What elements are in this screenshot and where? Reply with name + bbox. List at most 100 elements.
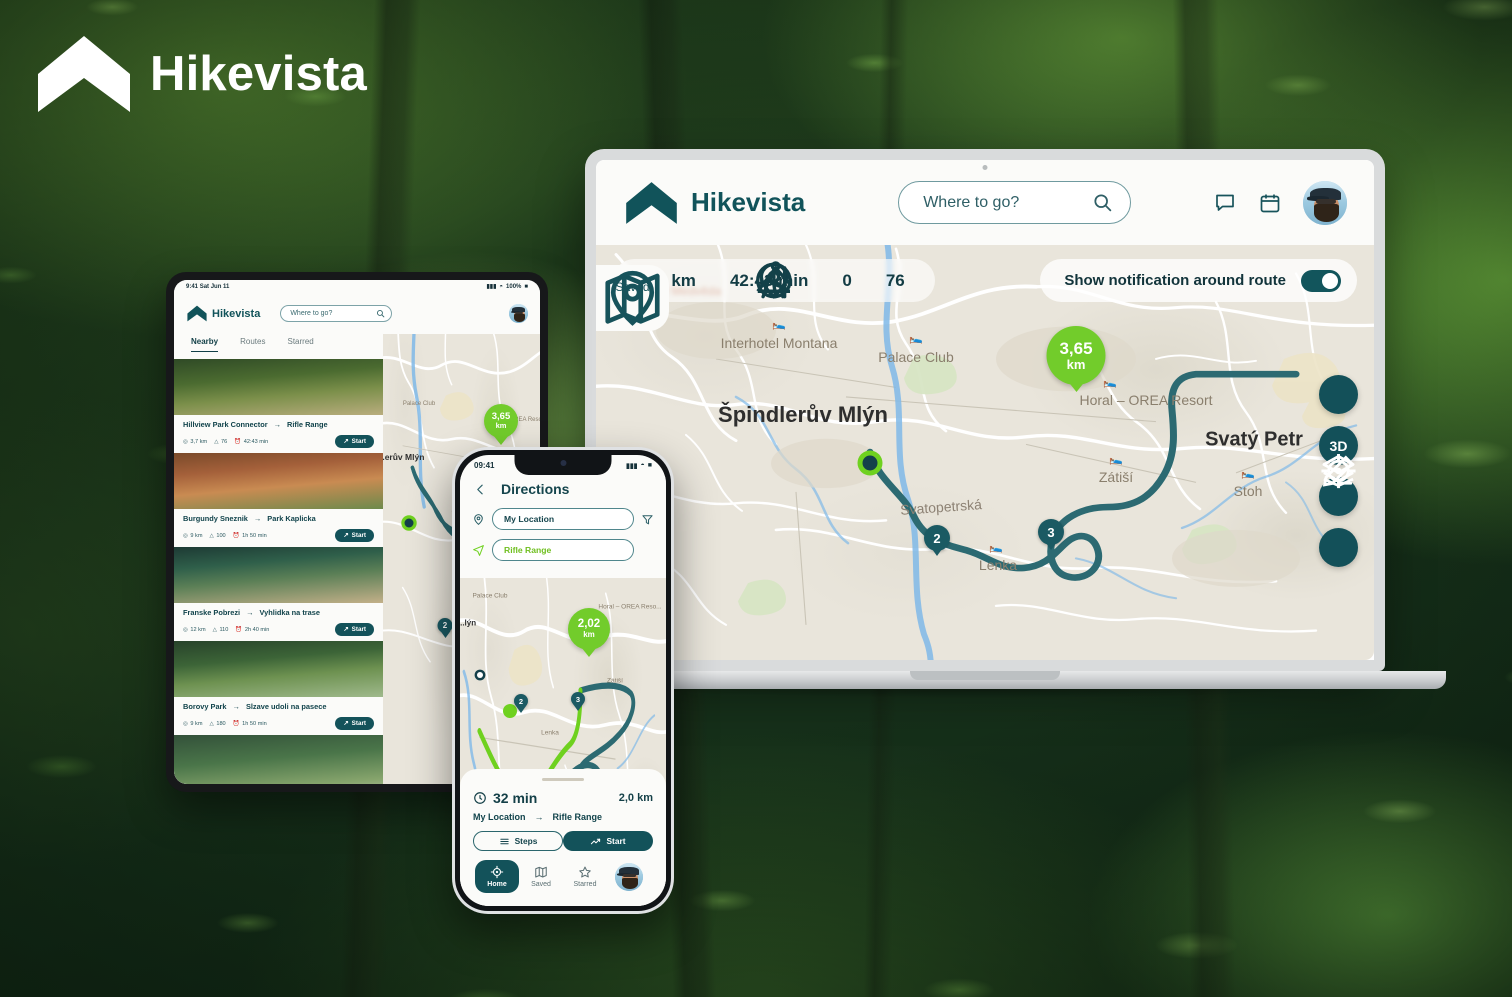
tablet-status-right: ▮▮▮ ◓ 100% ■ (486, 283, 528, 291)
nav-item-home-label: Home (487, 881, 507, 888)
tab-starred[interactable]: Starred (287, 337, 313, 351)
notification-toggle[interactable] (1301, 269, 1341, 292)
tab-nearby[interactable]: Nearby (191, 337, 219, 352)
filter-icon[interactable] (641, 513, 654, 526)
star-icon (579, 866, 591, 878)
distance-pin[interactable]: 3,65 km (1046, 326, 1106, 385)
chevron-mountain-icon (187, 305, 207, 322)
start-button[interactable]: Start (563, 831, 653, 851)
chevron-mountain-icon (38, 36, 130, 112)
clock-icon: ⏰ (232, 532, 240, 539)
laptop-logo[interactable]: Hikevista (625, 181, 805, 225)
chevron-left-icon[interactable] (474, 483, 487, 496)
list-item[interactable]: Borovy Park → Slzave udoli na pasece ◎ 9 … (174, 641, 383, 735)
steps-label: Steps (514, 836, 538, 846)
route-elevation: △ 100 (209, 532, 226, 539)
locate-crosshair-icon (490, 865, 504, 879)
distance-pin-unit: km (495, 421, 507, 431)
origin-row: My Location (460, 497, 666, 530)
nav-item-profile[interactable] (607, 862, 651, 891)
avatar[interactable] (509, 304, 528, 323)
destination-value: Rifle Range (504, 545, 552, 555)
signal-icon: ▮▮▮ (486, 284, 497, 290)
trip-duration: 32 min (473, 790, 537, 806)
phone-bottom-sheet: 32 min 2,0 km My Location → Rifle Range … (460, 769, 666, 906)
list-item[interactable]: Franske Pobrezi → Vyhlidka na trase ◎ 12 … (174, 547, 383, 641)
list-item[interactable]: Hillview Park Connector → Rifle Range ◎ 3… (174, 359, 383, 453)
destination-field[interactable]: Rifle Range (492, 539, 634, 561)
stat-elevation: 76 (756, 266, 905, 293)
tablet-logo-text: Hikevista (212, 307, 261, 320)
route-elevation: △ 180 (209, 720, 226, 727)
route-start-marker[interactable] (862, 455, 878, 471)
phone-frame: Palace Club ...lýn Horal – OREA Reso... … (452, 447, 674, 914)
route-thumbnail (174, 453, 383, 509)
map-controls: 3D (1319, 375, 1358, 567)
route-origin-marker[interactable] (477, 672, 483, 678)
list-icon (499, 838, 509, 844)
waypoint-marker-3[interactable]: 3 (1038, 519, 1064, 545)
brand-lockup: Hikevista (36, 34, 367, 114)
phone-notch (514, 455, 612, 475)
nav-item-starred[interactable]: Starred (563, 860, 607, 893)
tablet-tabs: Nearby Routes Starred (174, 334, 383, 359)
start-button[interactable]: ↗ Start (335, 529, 374, 542)
phone-clock: 09:41 (474, 461, 495, 470)
arrow-right-icon: → (246, 608, 254, 617)
route-start-marker[interactable] (404, 518, 414, 528)
location-pin-icon: ◎ (183, 438, 188, 445)
battery-icon: ■ (524, 283, 528, 290)
route-duration: ⏰ 1h 50 min (232, 720, 267, 727)
waypoint-marker-2[interactable]: 2 (514, 694, 528, 708)
nav-item-home[interactable]: Home (475, 860, 519, 893)
distance-pin-value: 3,65 (1059, 339, 1093, 359)
start-button[interactable]: ↗ Start (335, 435, 374, 448)
avatar[interactable] (1303, 180, 1347, 225)
route-list[interactable]: Hillview Park Connector → Rifle Range ◎ 3… (174, 359, 383, 784)
clock-icon (474, 792, 486, 804)
nav-item-saved[interactable]: Saved (519, 860, 563, 893)
elevation-icon: △ (209, 720, 214, 727)
arrow-right-icon: → (232, 702, 240, 711)
list-item[interactable] (174, 735, 383, 784)
route-current-marker[interactable] (506, 707, 514, 715)
chat-bubble-icon[interactable] (1213, 191, 1237, 215)
location-pin-icon (474, 513, 483, 525)
elevation-icon: △ (214, 438, 219, 445)
distance-pin[interactable]: 3,65 km (484, 404, 518, 438)
arrow-right-icon: → (534, 812, 544, 822)
trip-to: Rifle Range (552, 812, 603, 822)
search-icon (1094, 194, 1112, 212)
sheet-grabber[interactable] (542, 778, 584, 781)
clock-icon: ⏰ (232, 720, 240, 727)
laptop-header-actions (1213, 180, 1347, 225)
search-input[interactable]: Where to go? (280, 305, 393, 322)
phone-camera (560, 460, 566, 466)
start-button[interactable]: ↗ Start (335, 623, 374, 636)
waypoint-marker-2[interactable]: 2 (437, 618, 453, 633)
trend-arrow-icon: ↗ (343, 438, 349, 445)
trip-endpoints: My Location → Rifle Range (473, 812, 653, 822)
tablet-logo[interactable]: Hikevista (187, 305, 260, 322)
route-thumbnail (174, 735, 383, 784)
calendar-icon[interactable] (1258, 191, 1282, 215)
steps-button[interactable]: Steps (473, 831, 563, 851)
start-label: Start (606, 836, 626, 846)
location-pin-icon: ◎ (183, 626, 188, 633)
wifi-icon: ◓ (499, 283, 504, 290)
chevron-mountain-icon (626, 181, 677, 224)
map-vectors (596, 245, 1374, 660)
waypoint-marker-2[interactable]: 2 (924, 525, 950, 551)
laptop-header: Hikevista Where to go? (596, 160, 1374, 245)
search-input[interactable]: Where to go? (898, 181, 1132, 224)
laptop-map[interactable]: Interhotel Montana 🛌 Palace Club 🛌 Špind… (596, 245, 1374, 660)
notification-toggle-bar[interactable]: Show notification around route (1040, 259, 1357, 302)
tab-routes[interactable]: Routes (240, 337, 265, 351)
waypoint-marker-3[interactable]: 3 (571, 692, 585, 706)
map-icon (535, 866, 547, 878)
edit-button[interactable] (1319, 455, 1358, 567)
list-item[interactable]: Burgundy Sneznik → Park Kaplicka ◎ 9 km △… (174, 453, 383, 547)
distance-pin[interactable]: 2,02 km (568, 608, 610, 650)
origin-field[interactable]: My Location (492, 508, 634, 530)
start-button[interactable]: ↗ Start (335, 717, 374, 730)
